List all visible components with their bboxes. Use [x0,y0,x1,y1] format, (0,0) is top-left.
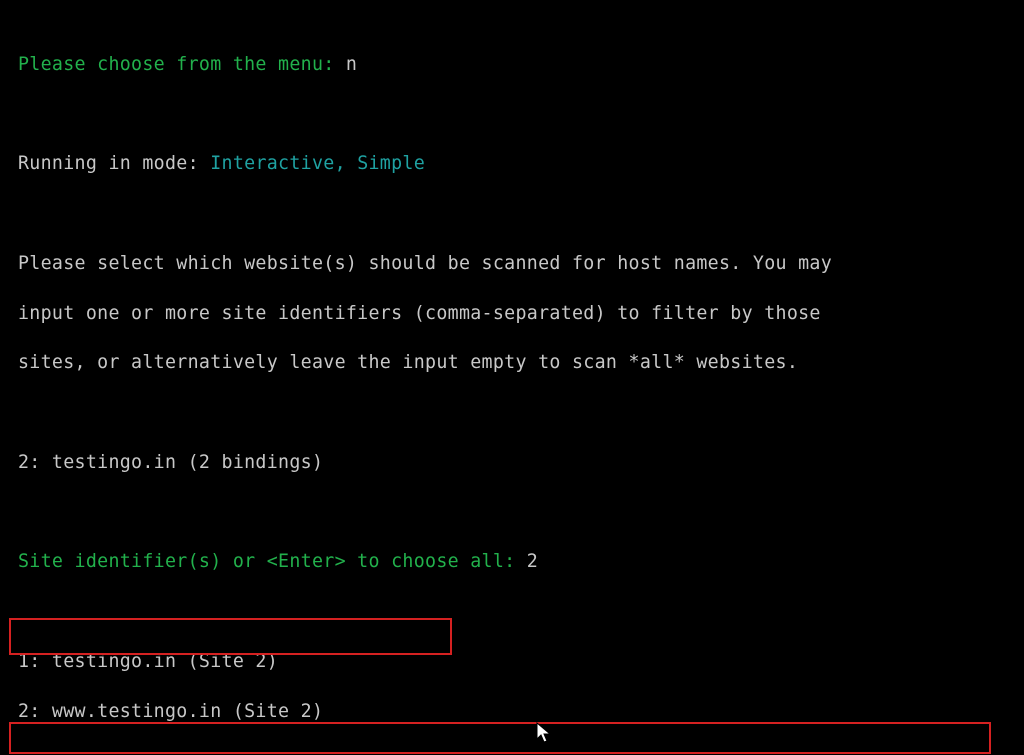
input-menu-choice: n [346,54,357,75]
site-entry: 2: testingo.in (2 bindings) [18,451,1006,476]
input-site-identifiers: 2 [527,551,538,572]
binding-entry: 1: testingo.in (Site 2) [18,650,1006,675]
running-mode-label: Running in mode: [18,153,210,174]
prompt-site-identifiers: Site identifier(s) or <Enter> to choose … [18,551,527,572]
prompt-choose-menu: Please choose from the menu: [18,54,346,75]
instructions-line: Please select which website(s) should be… [18,252,1006,277]
instructions-line: sites, or alternatively leave the input … [18,351,1006,376]
running-mode-value: Interactive, Simple [210,153,425,174]
terminal-output[interactable]: Please choose from the menu: n Running i… [0,0,1024,755]
instructions-line: input one or more site identifiers (comm… [18,302,1006,327]
binding-entry: 2: www.testingo.in (Site 2) [18,700,1006,725]
